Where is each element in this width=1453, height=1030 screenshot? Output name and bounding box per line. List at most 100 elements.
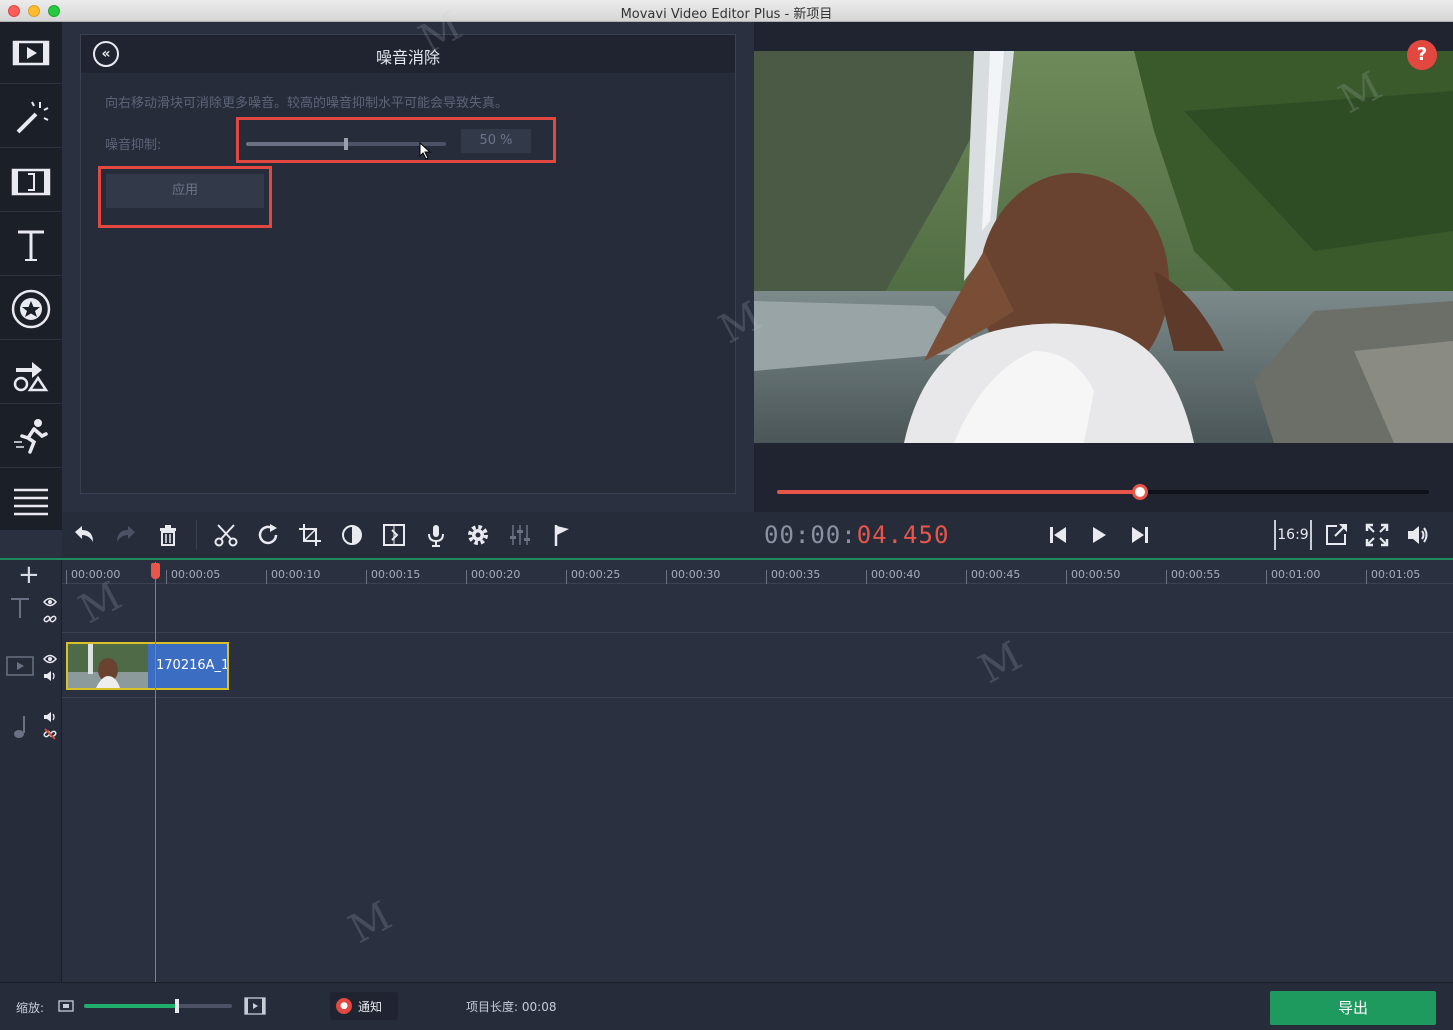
toolbar-separator (196, 520, 197, 550)
zoom-out-icon[interactable] (58, 1000, 74, 1012)
previous-frame-button[interactable] (1038, 512, 1078, 558)
ruler-tick: 00:00:50 (1066, 569, 1120, 584)
noise-reduction-slider[interactable] (246, 138, 446, 150)
fullscreen-icon (1365, 523, 1389, 547)
timecode-elapsed-dim: 00:00: (764, 521, 857, 549)
sidebar-item-callouts[interactable] (0, 342, 62, 404)
equalizer-button[interactable] (500, 512, 540, 558)
music-note-icon (14, 716, 25, 738)
redo-button[interactable] (106, 512, 146, 558)
link-icon[interactable] (43, 613, 57, 625)
delete-button[interactable] (148, 512, 188, 558)
magic-wand-icon (16, 101, 49, 133)
volume-button[interactable] (1398, 512, 1438, 558)
eye-icon[interactable] (43, 597, 57, 607)
ruler-tick: 00:00:20 (466, 569, 520, 584)
title-track-controls (0, 585, 62, 633)
video-track (62, 634, 1453, 698)
audio-track (62, 699, 1453, 984)
panel-header: « 噪音消除 (81, 35, 735, 73)
preview-video-frame[interactable] (754, 51, 1453, 443)
project-length: 项目长度: 00:08 (466, 998, 556, 1015)
ruler-tick: 00:00:30 (666, 569, 720, 584)
mouse-cursor-icon (419, 142, 432, 160)
scrubber-handle[interactable] (1132, 484, 1148, 500)
preview-scrubber[interactable] (777, 484, 1429, 500)
fullscreen-button[interactable] (1357, 512, 1397, 558)
speaker-icon[interactable] (43, 670, 57, 682)
playhead[interactable] (155, 562, 156, 982)
sidebar-item-filters[interactable] (0, 86, 62, 148)
noise-reduction-label: 噪音抑制: (105, 138, 162, 153)
settings-icon (468, 525, 488, 545)
panel-description: 向右移动滑块可消除更多噪音。较高的噪音抑制水平可能会导致失真。 (105, 96, 509, 111)
rotate-button[interactable] (248, 512, 288, 558)
delete-icon (160, 525, 176, 546)
clip-thumbnail-image (68, 644, 148, 688)
sidebar-item-import[interactable] (0, 22, 62, 84)
title-bar: Movavi Video Editor Plus - 新项目 (0, 0, 1453, 22)
crop-button[interactable] (290, 512, 330, 558)
external-window-icon (1326, 524, 1347, 545)
tool-sidebar (0, 22, 62, 530)
timeline: + 00:00:00 00:00:05 00:00:10 00:00:15 00:00:… (0, 558, 1453, 984)
notifications-button[interactable]: ● 通知 (330, 992, 398, 1020)
shapes-arrow-icon (13, 361, 49, 391)
project-length-label: 项目长度: (466, 1000, 519, 1014)
aspect-ratio-button[interactable]: 16:9 (1274, 520, 1312, 550)
noise-removal-panel: « 噪音消除 向右移动滑块可消除更多噪音。较高的噪音抑制水平可能会导致失真。 噪… (80, 34, 736, 494)
eye-icon[interactable] (43, 654, 57, 664)
window-title: Movavi Video Editor Plus - 新项目 (620, 7, 833, 22)
transition-wizard-button[interactable] (374, 512, 414, 558)
clip-properties-button[interactable] (458, 512, 498, 558)
crop-icon (299, 524, 321, 546)
time-ruler[interactable]: 00:00:00 00:00:05 00:00:10 00:00:15 00:00:20… (62, 560, 1453, 584)
zoom-label: 缩放: (16, 1001, 45, 1015)
audio-track-controls (0, 699, 62, 759)
list-icon (14, 488, 48, 516)
detach-preview-button[interactable] (1316, 512, 1356, 558)
apply-button[interactable]: 应用 (106, 174, 264, 208)
help-button[interactable]: ? (1407, 40, 1437, 70)
noise-reduction-value[interactable]: 50 % (461, 129, 531, 153)
undo-button[interactable] (64, 512, 104, 558)
sidebar-item-motion[interactable] (0, 406, 62, 468)
video-preview: ? (754, 22, 1453, 512)
sidebar-item-stickers[interactable] (0, 278, 62, 340)
playhead-handle[interactable] (151, 563, 160, 579)
slider-handle[interactable] (344, 138, 348, 150)
add-marker-button[interactable] (542, 512, 582, 558)
microphone-icon (428, 525, 444, 547)
transition-wizard-icon (383, 524, 405, 546)
video-track-controls (0, 634, 62, 698)
slider-fill (246, 142, 346, 146)
cut-icon (214, 524, 238, 547)
play-button[interactable] (1078, 512, 1118, 558)
zoom-in-icon[interactable] (244, 997, 266, 1015)
ruler-tick: 00:00:05 (166, 569, 220, 584)
marker-flag-icon (554, 525, 569, 546)
next-frame-button[interactable] (1120, 512, 1160, 558)
text-t-icon (11, 598, 29, 618)
record-audio-button[interactable] (416, 512, 456, 558)
speaker-icon[interactable] (43, 711, 57, 723)
color-adjust-button[interactable] (332, 512, 372, 558)
video-clip[interactable]: 170216A_1 (66, 642, 229, 690)
zoom-fill (84, 1004, 177, 1008)
text-t-icon (18, 230, 44, 261)
sidebar-item-titles[interactable] (0, 214, 62, 276)
zoom-slider[interactable] (84, 999, 232, 1013)
export-button[interactable]: 导出 (1270, 991, 1436, 1025)
cut-button[interactable] (206, 512, 246, 558)
sidebar-item-more[interactable] (0, 470, 62, 532)
apply-highlight: 应用 (98, 166, 272, 228)
sidebar-item-transitions[interactable] (0, 150, 62, 212)
timecode-display: 00:00:04.450 (764, 521, 949, 549)
rotate-icon (258, 524, 278, 545)
unlink-icon[interactable] (43, 727, 57, 741)
volume-icon (1408, 526, 1428, 544)
zoom-handle[interactable] (175, 999, 179, 1013)
star-badge-icon (11, 289, 51, 328)
scrubber-fill (777, 490, 1140, 494)
ruler-tick: 00:00:10 (266, 569, 320, 584)
